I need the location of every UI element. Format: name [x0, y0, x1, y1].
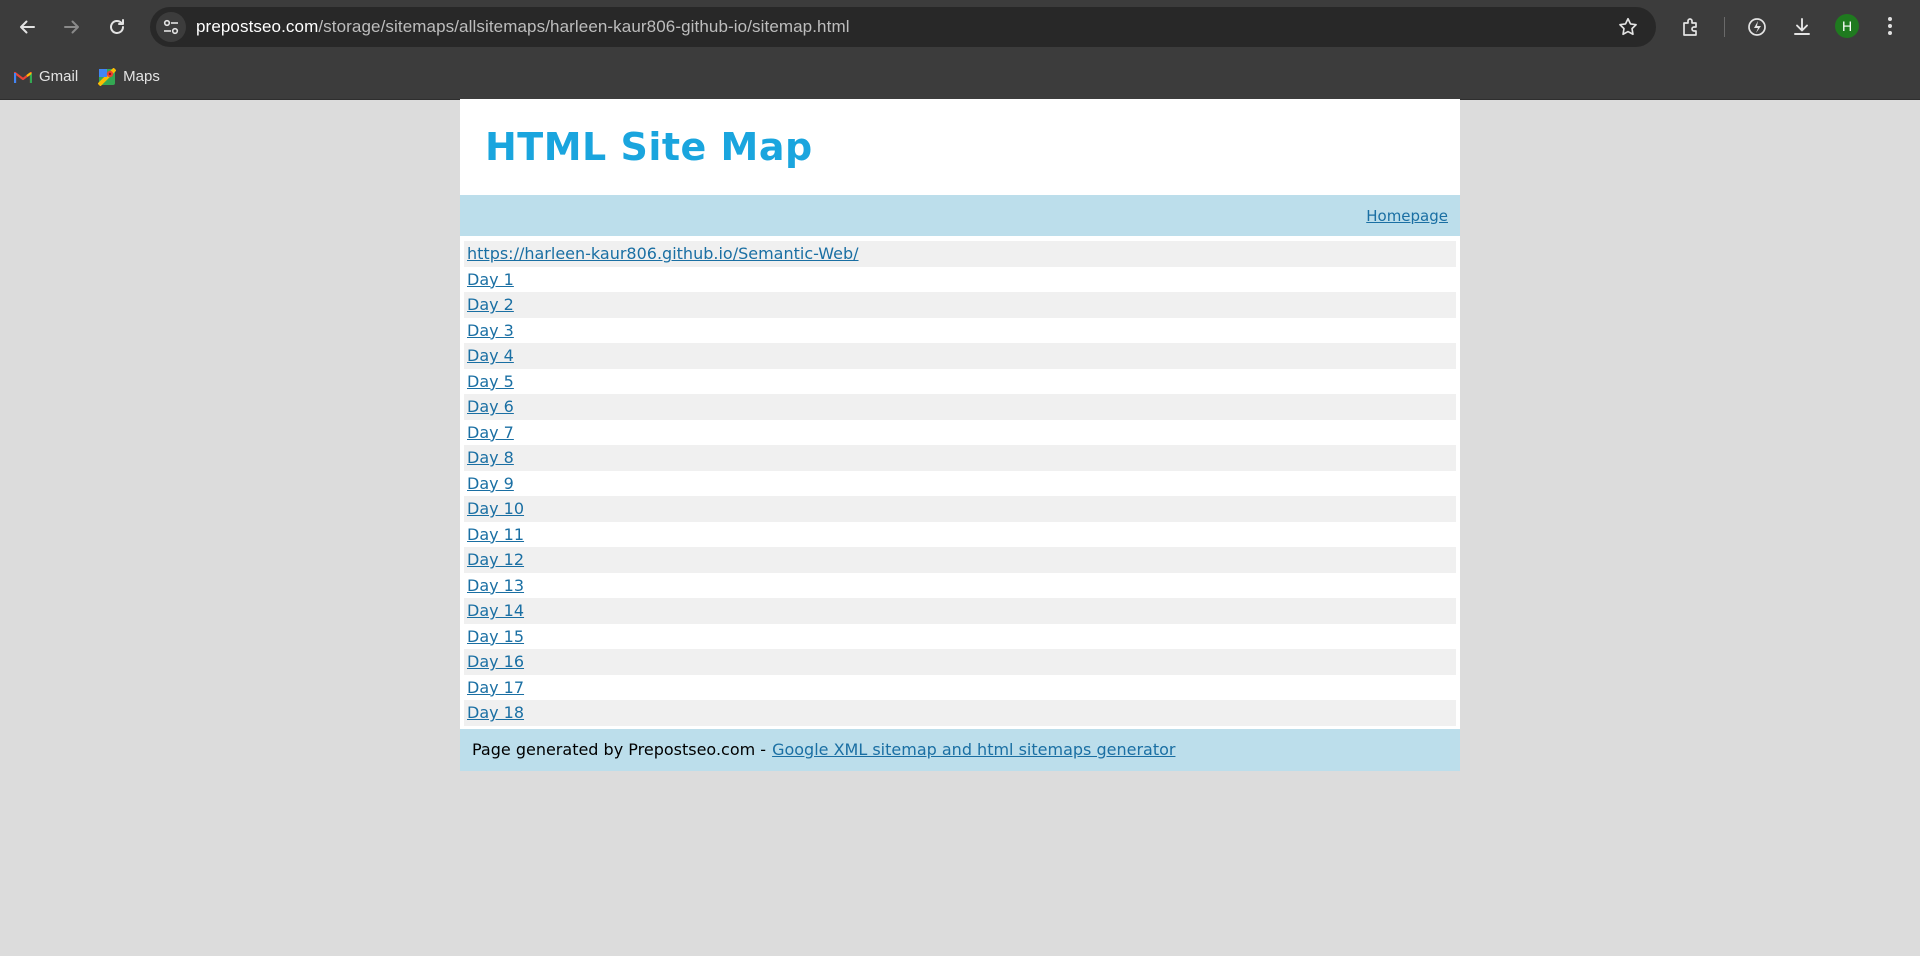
- gmail-icon: [14, 70, 32, 84]
- site-info-button[interactable]: [156, 12, 186, 42]
- list-item: Day 3: [464, 318, 1456, 344]
- url-text: prepostseo.com/storage/sitemaps/allsitem…: [196, 17, 850, 37]
- sitemap-link[interactable]: Day 4: [467, 346, 514, 365]
- sitemap-link[interactable]: Day 9: [467, 474, 514, 493]
- bookmark-gmail[interactable]: Gmail: [14, 68, 78, 85]
- page-title: HTML Site Map: [485, 125, 813, 169]
- browser-menu-button[interactable]: [1886, 14, 1894, 40]
- maps-icon: [98, 67, 117, 86]
- footer-generator-link[interactable]: Google XML sitemap and html sitemaps gen…: [772, 740, 1175, 759]
- sitemap-link[interactable]: Day 1: [467, 270, 514, 289]
- list-item: Day 9: [464, 471, 1456, 497]
- sitemap-link[interactable]: Day 14: [467, 601, 524, 620]
- list-item: Day 4: [464, 343, 1456, 369]
- list-item: Day 11: [464, 522, 1456, 548]
- forward-button[interactable]: [54, 9, 90, 45]
- sitemap-link[interactable]: Day 15: [467, 627, 524, 646]
- homepage-link[interactable]: Homepage: [1366, 207, 1448, 225]
- sitemap-link[interactable]: Day 7: [467, 423, 514, 442]
- sitemap-link[interactable]: Day 3: [467, 321, 514, 340]
- sitemap-link[interactable]: Day 16: [467, 652, 524, 671]
- list-item: Day 5: [464, 369, 1456, 395]
- list-item: Day 2: [464, 292, 1456, 318]
- sitemap-link[interactable]: Day 2: [467, 295, 514, 314]
- top-nav-bar: Homepage: [460, 195, 1460, 236]
- list-item: Day 14: [464, 598, 1456, 624]
- bookmark-star-button[interactable]: [1616, 15, 1640, 39]
- bookmark-label: Maps: [123, 68, 160, 85]
- toolbar-separator: [1724, 17, 1725, 37]
- list-item: Day 15: [464, 624, 1456, 650]
- reload-icon: [110, 19, 124, 34]
- list-item: Day 16: [464, 649, 1456, 675]
- reload-button[interactable]: [99, 9, 135, 45]
- url-path: /storage/sitemaps/allsitemaps/harleen-ka…: [318, 17, 850, 36]
- list-item: Day 6: [464, 394, 1456, 420]
- sitemap-link[interactable]: Day 8: [467, 448, 514, 467]
- dot-icon: [1888, 24, 1892, 28]
- bookmarks-bar: Gmail Maps: [0, 54, 1920, 100]
- sitemap-link[interactable]: Day 13: [467, 576, 524, 595]
- footer-text: Page generated by Prepostseo.com -: [472, 740, 767, 759]
- list-item: https://harleen-kaur806.github.io/Semant…: [464, 241, 1456, 267]
- url-host: prepostseo.com: [196, 17, 319, 36]
- star-icon: [1619, 17, 1637, 36]
- sitemap-link[interactable]: Day 18: [467, 703, 524, 722]
- speed-icon: [1748, 18, 1766, 36]
- list-item: Day 12: [464, 547, 1456, 573]
- sitemap-page: HTML Site Map Homepage https://harleen-k…: [460, 99, 1460, 771]
- sitemap-link-list: https://harleen-kaur806.github.io/Semant…: [460, 236, 1460, 729]
- arrow-left-icon: [20, 20, 35, 34]
- extensions-button[interactable]: [1677, 13, 1705, 41]
- sitemap-link[interactable]: Day 11: [467, 525, 524, 544]
- list-item: Day 13: [464, 573, 1456, 599]
- page-footer: Page generated by Prepostseo.com - Googl…: [460, 728, 1460, 771]
- downloads-button[interactable]: [1788, 13, 1816, 41]
- puzzle-icon: [1683, 18, 1697, 36]
- address-bar[interactable]: prepostseo.com/storage/sitemaps/allsitem…: [150, 7, 1656, 47]
- browser-toolbar: prepostseo.com/storage/sitemaps/allsitem…: [0, 0, 1920, 54]
- sitemap-link[interactable]: Day 10: [467, 499, 524, 518]
- list-item: Day 17: [464, 675, 1456, 701]
- list-item: Day 1: [464, 267, 1456, 293]
- dot-icon: [1888, 31, 1892, 35]
- arrow-right-icon: [64, 20, 79, 34]
- list-item: Day 18: [464, 700, 1456, 726]
- tune-icon: [163, 19, 179, 35]
- sitemap-link[interactable]: Day 17: [467, 678, 524, 697]
- bookmark-label: Gmail: [39, 68, 79, 85]
- back-button[interactable]: [9, 9, 45, 45]
- download-icon: [1794, 18, 1810, 35]
- list-item: Day 8: [464, 445, 1456, 471]
- list-item: Day 7: [464, 420, 1456, 446]
- sitemap-link[interactable]: Day 5: [467, 372, 514, 391]
- sitemap-link[interactable]: https://harleen-kaur806.github.io/Semant…: [467, 244, 859, 263]
- page-header: HTML Site Map: [460, 99, 1460, 195]
- sitemap-link[interactable]: Day 6: [467, 397, 514, 416]
- list-item: Day 10: [464, 496, 1456, 522]
- dot-icon: [1888, 17, 1892, 21]
- performance-button[interactable]: [1743, 13, 1771, 41]
- profile-avatar[interactable]: H: [1835, 14, 1859, 38]
- sitemap-link[interactable]: Day 12: [467, 550, 524, 569]
- bookmark-maps[interactable]: Maps: [98, 67, 160, 86]
